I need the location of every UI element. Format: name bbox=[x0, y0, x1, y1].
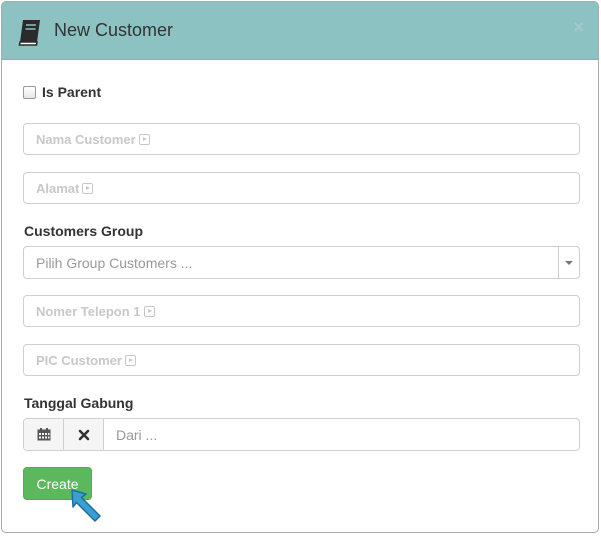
nama-customer-placeholder: Nama Customer bbox=[36, 131, 136, 147]
clear-date-button[interactable] bbox=[64, 419, 104, 450]
calendar-button[interactable] bbox=[24, 419, 64, 450]
alamat-placeholder: Alamat bbox=[36, 180, 80, 196]
close-button[interactable]: × bbox=[573, 18, 584, 36]
play-icon bbox=[82, 182, 94, 194]
is-parent-checkbox-row[interactable]: Is Parent bbox=[23, 84, 101, 100]
dialog-header: New Customer × bbox=[2, 2, 598, 60]
alamat-input[interactable]: Alamat bbox=[23, 172, 580, 204]
tanggal-gabung-label: Tanggal Gabung bbox=[24, 395, 134, 411]
new-customer-dialog: New Customer × Is Parent Nama Customer A… bbox=[1, 1, 599, 533]
calendar-icon bbox=[37, 428, 50, 441]
pic-customer-placeholder: PIC Customer bbox=[36, 352, 122, 368]
tanggal-gabung-group: Dari ... bbox=[23, 418, 580, 451]
play-icon bbox=[138, 133, 150, 145]
book-icon bbox=[18, 20, 40, 46]
date-from-input[interactable]: Dari ... bbox=[104, 419, 579, 450]
is-parent-checkbox[interactable] bbox=[23, 85, 36, 99]
dialog-title: New Customer bbox=[54, 20, 174, 40]
play-icon bbox=[124, 354, 136, 366]
pointer-arrow-icon bbox=[71, 489, 101, 522]
pic-customer-input[interactable]: PIC Customer bbox=[23, 344, 580, 376]
chevron-down-icon[interactable] bbox=[558, 247, 579, 278]
nomer-telepon-input[interactable]: Nomer Telepon 1 bbox=[23, 295, 580, 327]
close-icon bbox=[78, 429, 89, 440]
nama-customer-input[interactable]: Nama Customer bbox=[23, 123, 580, 155]
play-icon bbox=[143, 305, 155, 317]
nomer-telepon-placeholder: Nomer Telepon 1 bbox=[36, 303, 141, 319]
customers-group-placeholder: Pilih Group Customers ... bbox=[36, 254, 193, 271]
customers-group-select[interactable]: Pilih Group Customers ... bbox=[23, 246, 580, 279]
is-parent-label: Is Parent bbox=[42, 84, 102, 100]
customers-group-label: Customers Group bbox=[24, 223, 144, 239]
